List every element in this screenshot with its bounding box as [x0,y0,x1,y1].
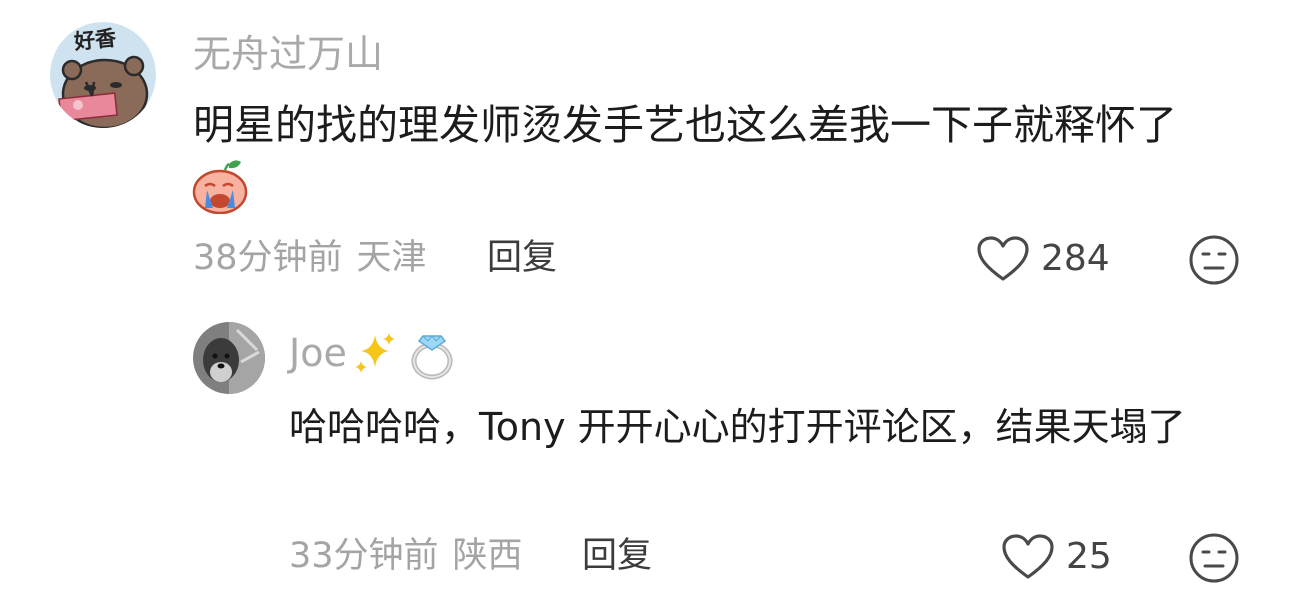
comment-text: 明星的找的理发师烫发手艺也这么差我一下子就释怀了 [193,101,1177,149]
sparkles-emoji [354,333,395,373]
reply-button[interactable]: 回复 [487,234,557,282]
comment-time: 38分钟前 [193,238,343,278]
comment-time: 33分钟前 [289,536,439,576]
neutral-face-icon[interactable] [1188,234,1240,286]
comment-location: 陕西 [452,536,523,576]
commenter-name-row[interactable]: Joe [289,326,457,380]
commenter-username[interactable]: Joe [289,329,347,377]
commenter-avatar[interactable] [193,322,265,394]
commenter-username[interactable]: 无舟过万山 [193,30,383,78]
reply-button[interactable]: 回复 [582,532,652,580]
dog-photo-avatar [193,322,265,394]
neutral-face-icon[interactable] [1188,532,1240,584]
like-count: 284 [1041,238,1110,279]
comment-text: 哈哈哈哈，Tony 开开心心的打开评论区，结果天塌了 [289,405,1186,449]
comment-meta: 33分钟前 陕西 [289,532,523,580]
crying-peach-emoji [192,160,248,214]
ring-emoji [411,335,453,380]
comment-meta: 38分钟前 天津 [193,234,427,282]
heart-outline-icon[interactable] [1001,534,1055,580]
heart-outline-icon[interactable] [976,236,1030,282]
avatar-badge: 好香 [72,25,118,55]
like-count: 25 [1066,536,1112,577]
comment-location: 天津 [356,238,427,278]
commenter-avatar[interactable]: 好香 [50,22,156,128]
